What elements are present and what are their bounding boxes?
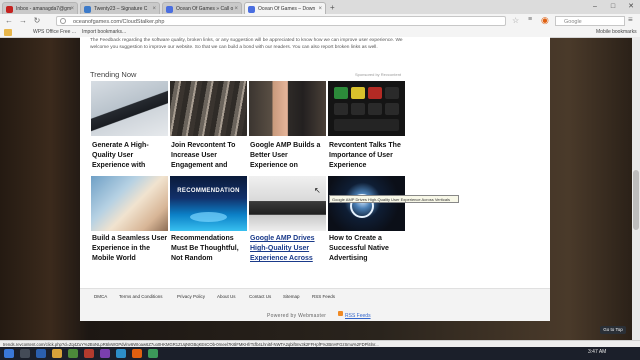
folder-icon [4,29,12,36]
search-icon[interactable] [20,349,30,358]
article-thumb[interactable] [249,176,326,231]
go-to-top-button[interactable]: Go to Top [600,326,626,334]
bookmark-mobile[interactable]: Mobile bookmarks [596,29,637,35]
browser-logo-icon[interactable]: ◉ [541,15,549,26]
app-icon[interactable] [100,349,110,358]
close-window-icon[interactable]: ✕ [622,0,640,14]
gmail-icon [6,6,13,13]
minimize-icon[interactable]: – [586,0,604,14]
address-bar[interactable]: oceanofgames.com/CloudStalker.php [56,16,506,26]
article-title[interactable]: Recommendations Must Be Thoughtful, Not … [171,234,248,264]
key-dark-icon [334,103,348,115]
status-url: trends.revcontent.com/click.php?d=Zq4ZuY… [0,340,640,347]
key-red-icon [368,87,382,99]
tab-label: Ocean Of Games » Call o [176,6,234,12]
maximize-icon[interactable]: □ [604,0,622,14]
recommendation-label: RECOMMENDATION [177,188,240,194]
footer-link-about[interactable]: About Us [217,294,236,299]
article-thumb[interactable] [328,176,405,231]
key-dark-icon [351,103,365,115]
article-thumb[interactable] [91,176,168,231]
footer-link-privacy[interactable]: Privacy Policy [177,294,205,299]
article-thumb[interactable] [249,81,326,136]
reload-icon[interactable]: ↻ [32,16,42,26]
feedback-text: The Feedback regarding the software qual… [90,38,403,50]
media-icon[interactable] [68,349,78,358]
key-green-icon [334,87,348,99]
tab-ocean-call[interactable]: Ocean Of Games » Call o × [162,2,242,14]
firefox-icon[interactable] [132,349,142,358]
glow-shape [190,212,227,222]
key-dark-icon [385,87,399,99]
scrollbar-thumb[interactable] [633,170,639,230]
link-tooltip: Google AMP Drives High-Quality User Expe… [329,195,459,203]
start-icon[interactable] [4,349,14,358]
site-icon [166,6,173,13]
app-icon[interactable] [116,349,126,358]
tab-label: Twenty23 – Signature C [94,6,148,12]
key-dark-icon [334,119,399,131]
article-thumb[interactable]: RECOMMENDATION [170,176,247,231]
footer-link-rss[interactable]: RSS Feeds [312,294,335,299]
footer-link-sitemap[interactable]: Sitemap [283,294,300,299]
tab-label: Inbox - amanagda7@gm [16,6,72,12]
article-thumb[interactable] [328,81,405,136]
close-icon[interactable]: × [234,3,238,14]
close-icon[interactable]: × [70,3,74,14]
article-title[interactable]: Join Revcontent To Increase User Engagem… [171,141,248,171]
article-title-hover[interactable]: Google AMP Drives High-Quality User Expe… [250,234,327,264]
article-thumb[interactable] [170,81,247,136]
ie-icon[interactable] [36,349,46,358]
close-icon[interactable]: × [318,3,322,14]
search-input[interactable]: Google [555,16,625,26]
close-icon[interactable]: × [152,3,156,14]
article-title[interactable]: How to Create a Successful Native Advert… [329,234,406,264]
footer-link-contact[interactable]: Contact Us [249,294,271,299]
sponsor-label[interactable]: Sponsored by Revcontent [355,72,401,77]
new-tab-button[interactable]: + [330,3,335,12]
powered-by: Powered by Webmaster [267,313,327,319]
star-icon[interactable]: ☆ [512,16,519,25]
bookmark-import[interactable]: Import bookmarks... [82,29,126,35]
back-icon[interactable]: ← [4,16,14,26]
site-icon [248,6,255,13]
forward-icon[interactable]: → [18,16,28,26]
tab-twenty23[interactable]: Twenty23 – Signature C × [80,2,160,14]
article-title[interactable]: Revcontent Talks The Importance of User … [329,141,406,171]
taskbar-clock[interactable]: 3:47 AM [588,349,606,355]
footer-link-dmca[interactable]: DMCA [94,294,107,299]
window-controls: – □ ✕ [586,0,640,14]
info-icon[interactable] [60,18,66,24]
tab-ocean-download[interactable]: Ocean Of Games – Down × [244,2,326,14]
folder-icon[interactable] [52,349,62,358]
taskbar [0,347,640,360]
rss-icon[interactable] [338,311,343,316]
key-dark-icon [368,103,382,115]
article-thumb[interactable] [91,81,168,136]
trending-title: Trending Now [90,70,137,79]
rss-link[interactable]: RSS Feeds [345,313,371,319]
menu-icon[interactable]: ≡ [628,15,633,24]
app-icon[interactable] [84,349,94,358]
bookmark-wps[interactable]: WPS Office Free ... [33,29,76,35]
tab-inbox[interactable]: Inbox - amanagda7@gm × [2,2,78,14]
article-title[interactable]: Google AMP Builds a Better User Experien… [250,141,327,171]
key-yellow-icon [351,87,365,99]
cursor-icon: ↖ [314,186,321,195]
footer-link-terms[interactable]: Terms and Conditions [119,294,163,299]
article-title[interactable]: Generate A High-Quality User Experience … [92,141,169,171]
app-icon[interactable] [148,349,158,358]
article-title[interactable]: Build a Seamless User Experience in the … [92,234,169,264]
site-icon [84,6,91,13]
key-dark-icon [385,103,399,115]
tab-label: Ocean Of Games – Down [258,6,316,12]
reader-icon[interactable]: ≡ [528,16,532,23]
